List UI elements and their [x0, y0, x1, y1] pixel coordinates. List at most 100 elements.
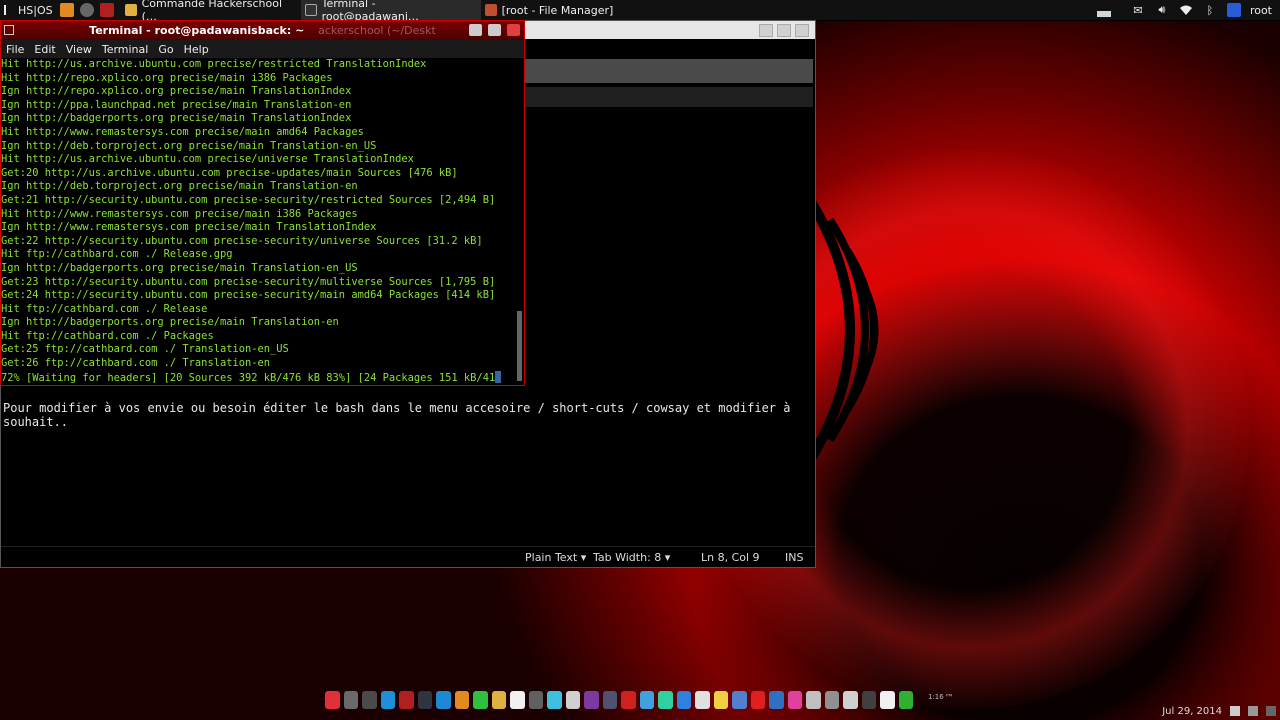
hackerschool-icon[interactable]	[325, 691, 340, 709]
terminal-line: Ign http://badgerports.org precise/main …	[1, 316, 339, 329]
magnifier-icon[interactable]	[843, 691, 858, 709]
tor-icon[interactable]	[584, 691, 599, 709]
settings-launcher-icon[interactable]	[79, 3, 94, 17]
minimize-button[interactable]	[759, 24, 773, 37]
taskbar-item-label: [root - File Manager]	[501, 3, 614, 17]
keepass-icon[interactable]	[769, 691, 784, 709]
window-icon[interactable]	[1230, 706, 1240, 716]
terminal-cursor	[495, 370, 502, 383]
colors-icon[interactable]	[547, 691, 562, 709]
notes-icon[interactable]	[880, 691, 895, 709]
window-icon[interactable]	[1266, 706, 1276, 716]
pen-icon[interactable]	[565, 691, 580, 709]
menu-help[interactable]: Help	[179, 43, 214, 56]
maximize-button[interactable]	[777, 24, 791, 37]
disk-icon[interactable]	[695, 691, 710, 709]
folder-icon	[124, 4, 137, 16]
calendar-icon[interactable]	[510, 691, 525, 709]
date-label: Jul 29, 2014	[1162, 705, 1222, 717]
terminal-line: Get:26 ftp://cathbard.com ./ Translation…	[1, 357, 270, 370]
package-icon[interactable]	[362, 691, 377, 709]
bug-icon[interactable]	[621, 691, 636, 709]
skype-icon[interactable]	[380, 691, 395, 709]
terminal-scrollbar[interactable]	[517, 311, 522, 381]
editor-content[interactable]: Pour modifier à vos envie ou besoin édit…	[3, 401, 803, 429]
terminal-line: Ign http://badgerports.org precise/main …	[1, 112, 352, 125]
terminal-red-icon[interactable]	[399, 691, 414, 709]
terminal-line: Hit ftp://cathbard.com ./ Release	[1, 302, 208, 315]
terminal-line: Hit http://us.archive.ubuntu.com precise…	[1, 153, 414, 166]
folder-icon[interactable]	[491, 691, 506, 709]
os-label: HS|OS	[18, 3, 53, 17]
close-button[interactable]	[795, 24, 809, 37]
opera-icon[interactable]	[750, 691, 765, 709]
terminal-line: Hit ftp://cathbard.com ./ Release.gpg	[1, 248, 233, 261]
minimize-button[interactable]	[469, 24, 482, 36]
chevron-down-icon: ▾	[664, 551, 671, 564]
terminal-launcher-icon[interactable]	[99, 3, 114, 17]
terminal-icon[interactable]	[417, 691, 432, 709]
terminal-line: Get:23 http://security.ubuntu.com precis…	[1, 275, 496, 288]
files-launcher-icon[interactable]	[59, 3, 74, 17]
taskbar-item-folder[interactable]: Commande Hackerschool (…	[121, 0, 301, 20]
file-manager-icon	[484, 4, 497, 16]
usb-icon[interactable]	[732, 691, 747, 709]
app-menu-button[interactable]: HS|OS	[0, 0, 57, 20]
terminal-line: Ign http://deb.torproject.org precise/ma…	[1, 139, 377, 152]
archive-icon[interactable]	[454, 691, 469, 709]
terminal-progress-line: 72% [Waiting for headers] [20 Sources 39…	[1, 370, 516, 385]
terminal-line: Get:22 http://security.ubuntu.com precis…	[1, 234, 483, 247]
image-icon[interactable]	[787, 691, 802, 709]
network-icon[interactable]	[1226, 3, 1241, 17]
chart-icon[interactable]	[528, 691, 543, 709]
cursor-position: Ln 8, Col 9	[701, 551, 760, 564]
tab-width-selector[interactable]: Tab Width: 8 ▾	[593, 551, 670, 564]
fish-icon[interactable]	[639, 691, 654, 709]
close-button[interactable]	[507, 24, 520, 36]
maximize-button[interactable]	[488, 24, 501, 36]
metasploit-icon[interactable]	[658, 691, 673, 709]
window-icon[interactable]	[1248, 706, 1258, 716]
taskbar-item-terminal[interactable]: Terminal - root@padawani…	[300, 0, 481, 20]
terminal-output[interactable]: Hit http://us.archive.ubuntu.com precise…	[1, 58, 516, 385]
chat-icon[interactable]	[473, 691, 488, 709]
syntax-selector[interactable]: Plain Text ▾	[525, 551, 586, 564]
terminal-line: Hit ftp://cathbard.com ./ Packages	[1, 329, 214, 342]
terminal-line: Ign http://deb.torproject.org precise/ma…	[1, 180, 358, 193]
terminal-line: Ign http://www.remastersys.com precise/m…	[1, 221, 377, 234]
window-icon[interactable]	[861, 691, 876, 709]
volume-icon[interactable]: 🔊︎	[1155, 3, 1169, 17]
terminal-line: Get:21 http://security.ubuntu.com precis…	[1, 193, 496, 206]
terminal-title: Terminal - root@padawanisback: ~	[89, 24, 305, 37]
terminal-line: Ign http://repo.xplico.org precise/main …	[1, 85, 352, 98]
chevron-down-icon: ▾	[580, 551, 587, 564]
document-icon[interactable]	[713, 691, 728, 709]
mail-icon[interactable]: ✉	[1131, 3, 1145, 17]
wireshark-icon[interactable]	[602, 691, 617, 709]
terminal-line: Get:20 http://us.archive.ubuntu.com prec…	[1, 166, 458, 179]
dock-clock: 1:16 ᴾᴹ	[928, 693, 953, 701]
bottom-tray: Jul 29, 2014	[1158, 702, 1280, 720]
menu-go[interactable]: Go	[153, 43, 178, 56]
menu-view[interactable]: View	[61, 43, 97, 56]
insert-mode: INS	[785, 551, 804, 564]
terminal-titlebar[interactable]: Terminal - root@padawanisback: ~ ackersc…	[1, 21, 524, 40]
globe-icon[interactable]	[898, 691, 913, 709]
tools-icon[interactable]	[806, 691, 821, 709]
bluetooth-icon[interactable]: ᛒ	[1203, 3, 1217, 17]
user-menu[interactable]: root	[1246, 0, 1280, 20]
top-panel: HS|OS Commande Hackerschool (… Terminal …	[0, 0, 1280, 21]
network-icon[interactable]	[676, 691, 691, 709]
wifi-icon[interactable]	[1179, 3, 1193, 17]
text-editor-icon[interactable]	[436, 691, 451, 709]
menu-terminal[interactable]: Terminal	[97, 43, 154, 56]
menu-edit[interactable]: Edit	[29, 43, 60, 56]
menu-file[interactable]: File	[1, 43, 29, 56]
progress-text: 72% [Waiting for headers] [20 Sources 39…	[1, 371, 496, 384]
settings-icon[interactable]	[343, 691, 358, 709]
taskbar-item-file-manager[interactable]: [root - File Manager]	[481, 0, 620, 20]
terminal-line: Get:25 ftp://cathbard.com ./ Translation…	[1, 343, 289, 356]
system-tray: ✉ 🔊︎ ᛒ root	[1126, 0, 1280, 20]
wifi-scan-icon[interactable]	[824, 691, 839, 709]
terminal-icon	[4, 25, 14, 35]
